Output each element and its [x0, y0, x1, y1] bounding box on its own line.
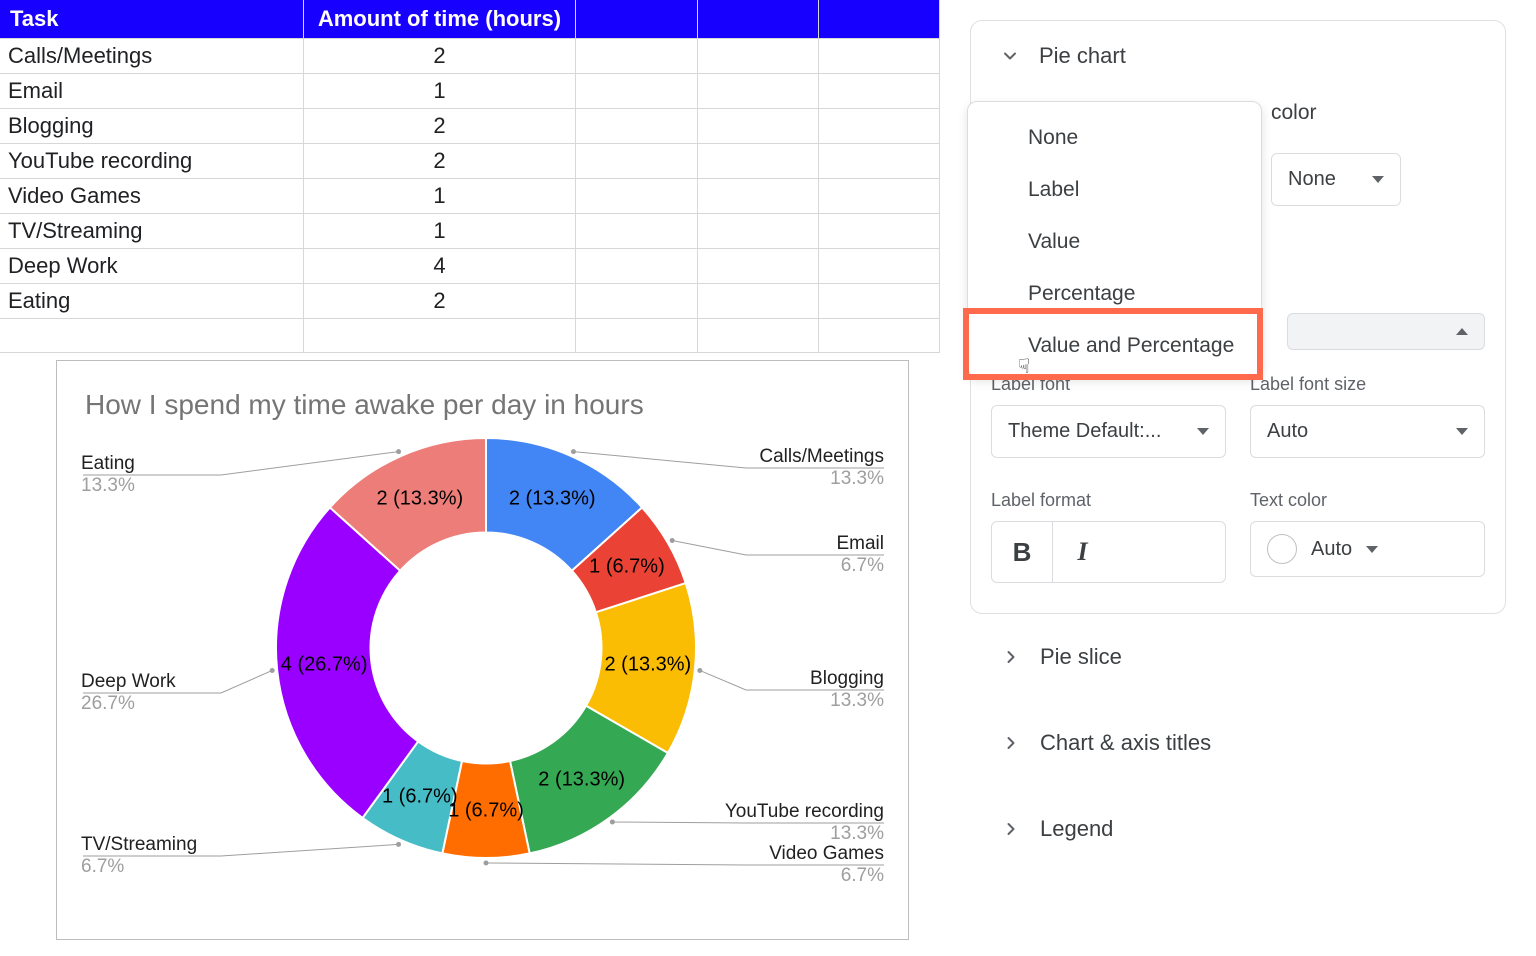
legend-label: Video Games6.7%: [769, 843, 884, 887]
header-empty-2[interactable]: [818, 0, 939, 39]
cursor-icon: ☟: [1018, 354, 1030, 379]
table-cell[interactable]: 2: [303, 284, 576, 319]
chevron-right-icon: [1000, 732, 1022, 754]
legend-label: TV/Streaming6.7%: [81, 834, 197, 878]
bold-button[interactable]: B: [992, 522, 1052, 582]
table-cell[interactable]: YouTube recording: [0, 144, 303, 179]
table-cell[interactable]: Video Games: [0, 179, 303, 214]
legend-label: Calls/Meetings13.3%: [759, 446, 884, 490]
table-cell[interactable]: Eating: [0, 284, 303, 319]
header-amount[interactable]: Amount of time (hours): [303, 0, 576, 39]
table-cell[interactable]: Email: [0, 74, 303, 109]
slice-label: 2 (13.3%): [509, 488, 596, 511]
chart-title: How I spend my time awake per day in hou…: [85, 389, 884, 421]
color-swatch: [1267, 534, 1297, 564]
slice-label: 2 (13.3%): [376, 488, 463, 511]
text-color-select[interactable]: Auto: [1250, 521, 1485, 577]
option-value[interactable]: Value: [968, 216, 1261, 268]
chevron-right-icon: [1000, 818, 1022, 840]
chart-editor-panel: Pie chart color None None Label Value Pe…: [970, 20, 1506, 614]
legend-label: Email6.7%: [836, 533, 884, 577]
label-font-select[interactable]: Theme Default:...: [991, 405, 1226, 458]
text-color-label: Text color: [1250, 490, 1485, 511]
table-cell[interactable]: 2: [303, 144, 576, 179]
table-cell[interactable]: Calls/Meetings: [0, 39, 303, 74]
chevron-down-icon: [999, 45, 1021, 67]
table-cell[interactable]: [303, 319, 576, 353]
table-cell[interactable]: Deep Work: [0, 249, 303, 284]
italic-button[interactable]: I: [1052, 522, 1112, 582]
section-pie-chart[interactable]: Pie chart: [971, 21, 1505, 87]
header-empty-1[interactable]: [697, 0, 818, 39]
table-cell[interactable]: 2: [303, 109, 576, 144]
table-cell[interactable]: 1: [303, 214, 576, 249]
option-value-and-percentage[interactable]: Value and Percentage: [968, 320, 1261, 372]
section-title: Pie chart: [1039, 43, 1126, 69]
chevron-right-icon: [1000, 646, 1022, 668]
slice-label-dropdown: None Label Value Percentage Value and Pe…: [967, 101, 1262, 377]
slice-label: 2 (13.3%): [604, 654, 691, 677]
legend-label: Deep Work26.7%: [81, 671, 176, 715]
legend-label: Blogging13.3%: [810, 668, 884, 712]
option-label[interactable]: Label: [968, 164, 1261, 216]
table-cell[interactable]: Blogging: [0, 109, 303, 144]
border-color-select[interactable]: None: [1271, 153, 1401, 206]
option-percentage[interactable]: Percentage: [968, 268, 1261, 320]
data-table[interactable]: Task Amount of time (hours) Calls/Meetin…: [0, 0, 940, 353]
border-color-label: color: [1271, 101, 1401, 125]
slice-label: 1 (6.7%): [589, 555, 665, 578]
label-font-size-select[interactable]: Auto: [1250, 405, 1485, 458]
table-cell[interactable]: 2: [303, 39, 576, 74]
slice-label: 2 (13.3%): [538, 768, 625, 791]
donut-chart: 2 (13.3%) 1 (6.7%) 2 (13.3%) 2 (13.3%) 1 (6.…: [81, 433, 884, 933]
label-format-label: Label format: [991, 490, 1226, 511]
slice-label: 1 (6.7%): [382, 785, 458, 808]
slice-label-select-visible[interactable]: [1287, 313, 1485, 350]
table-cell[interactable]: 4: [303, 249, 576, 284]
legend-label: YouTube recording13.3%: [725, 801, 884, 845]
table-cell[interactable]: 1: [303, 74, 576, 109]
label-format-group: B I: [991, 521, 1226, 583]
label-font-size-label: Label font size: [1250, 374, 1485, 395]
slice-label: 1 (6.7%): [448, 799, 524, 822]
chart-container[interactable]: How I spend my time awake per day in hou…: [56, 360, 909, 940]
legend-label: Eating13.3%: [81, 453, 135, 497]
accordion-pie-slice[interactable]: Pie slice: [970, 614, 1506, 700]
slice-label: 4 (26.7%): [281, 654, 368, 677]
header-task[interactable]: Task: [0, 0, 303, 39]
option-none[interactable]: None: [968, 112, 1261, 164]
table-cell[interactable]: 1: [303, 179, 576, 214]
accordion-chart-axis-titles[interactable]: Chart & axis titles: [970, 700, 1506, 786]
accordion-legend[interactable]: Legend: [970, 786, 1506, 872]
table-cell[interactable]: TV/Streaming: [0, 214, 303, 249]
table-cell[interactable]: [0, 319, 303, 353]
header-empty-0[interactable]: [576, 0, 697, 39]
